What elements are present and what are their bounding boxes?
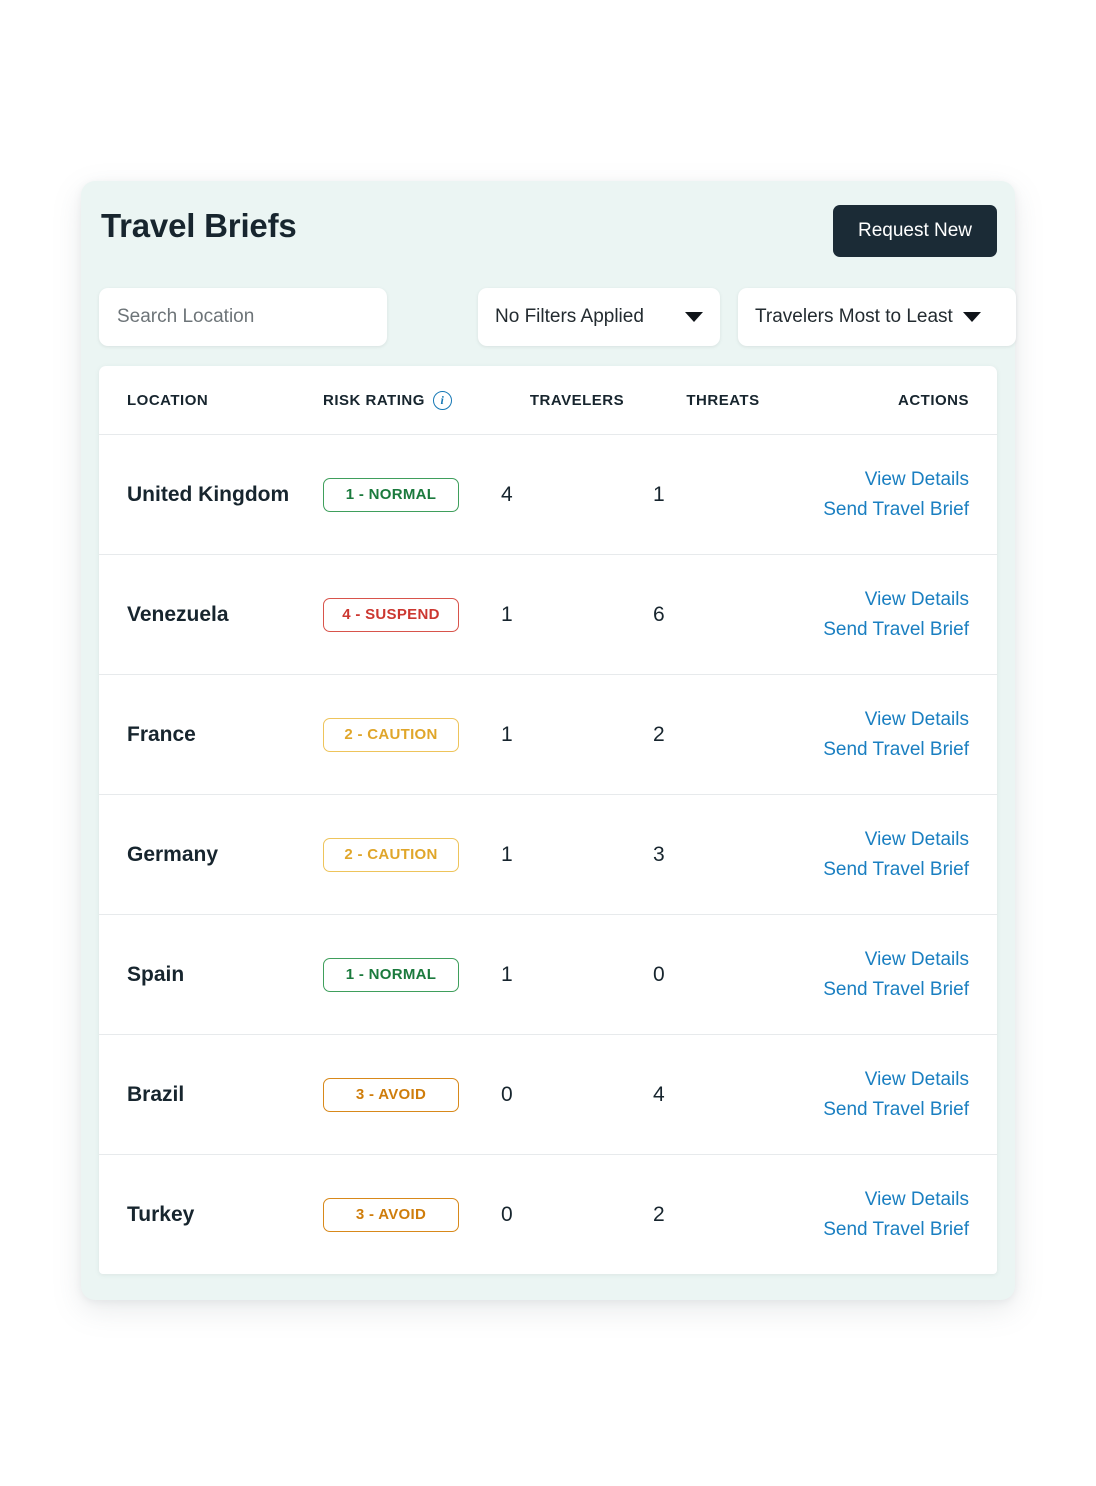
- cell-travelers: 1: [501, 962, 513, 986]
- cell-location: Spain: [127, 962, 185, 986]
- filter-select[interactable]: No Filters Applied: [478, 288, 720, 346]
- risk-badge: 4 - SUSPEND: [323, 597, 459, 632]
- travel-briefs-table: LOCATION RISK RATING i TRAVELERS THREATS…: [99, 366, 997, 1274]
- cell-travelers: 1: [501, 722, 513, 746]
- sort-select-label: Travelers Most to Least: [755, 306, 953, 327]
- cell-travelers: 0: [501, 1202, 513, 1226]
- travel-briefs-card: Travel Briefs Request New No Filters App…: [81, 181, 1016, 1300]
- controls-bar: No Filters Applied Travelers Most to Lea…: [99, 288, 1016, 346]
- risk-badge: 2 - CAUTION: [323, 837, 459, 872]
- info-icon[interactable]: i: [432, 390, 452, 410]
- table-row: Germany 2 - CAUTION 1 3 View Details Send Tra…: [99, 795, 997, 915]
- column-header-location: LOCATION: [127, 391, 209, 409]
- cell-threats: 6: [653, 602, 665, 626]
- view-details-link[interactable]: View Details: [865, 829, 969, 851]
- cell-risk-rating: 1 - NORMAL: [323, 957, 501, 992]
- view-details-link[interactable]: View Details: [865, 1069, 969, 1091]
- page-root: Travel Briefs Request New No Filters App…: [0, 0, 1096, 1486]
- cell-threats: 1: [653, 482, 665, 506]
- page-title: Travel Briefs: [101, 207, 297, 244]
- search-input[interactable]: [99, 288, 387, 346]
- cell-actions: View Details Send Travel Brief: [793, 949, 997, 1001]
- column-header-travelers: TRAVELERS: [529, 391, 625, 409]
- cell-threats: 2: [653, 1202, 665, 1226]
- send-travel-brief-link[interactable]: Send Travel Brief: [823, 619, 969, 641]
- chevron-down-icon: [685, 312, 703, 322]
- send-travel-brief-link[interactable]: Send Travel Brief: [823, 1099, 969, 1121]
- send-travel-brief-link[interactable]: Send Travel Brief: [823, 739, 969, 761]
- send-travel-brief-link[interactable]: Send Travel Brief: [823, 859, 969, 881]
- risk-badge: 3 - AVOID: [323, 1077, 459, 1112]
- cell-travelers: 0: [501, 1082, 513, 1106]
- cell-threats: 0: [653, 962, 665, 986]
- send-travel-brief-link[interactable]: Send Travel Brief: [823, 1219, 969, 1241]
- chevron-down-icon: [962, 312, 981, 322]
- cell-travelers: 1: [501, 842, 513, 866]
- table-row: United Kingdom 1 - NORMAL 4 1 View Details Se…: [99, 435, 997, 555]
- table-body: United Kingdom 1 - NORMAL 4 1 View Details Se…: [99, 435, 997, 1274]
- cell-risk-rating: 1 - NORMAL: [323, 477, 501, 512]
- cell-threats: 3: [653, 842, 665, 866]
- cell-threats: 2: [653, 722, 665, 746]
- cell-location: Venezuela: [127, 602, 229, 626]
- cell-risk-rating: 3 - AVOID: [323, 1077, 501, 1112]
- cell-location: United Kingdom: [127, 482, 290, 506]
- cell-actions: View Details Send Travel Brief: [793, 709, 997, 761]
- view-details-link[interactable]: View Details: [865, 469, 969, 491]
- cell-risk-rating: 4 - SUSPEND: [323, 597, 501, 632]
- sort-select[interactable]: Travelers Most to Least: [738, 288, 1016, 346]
- cell-actions: View Details Send Travel Brief: [793, 1069, 997, 1121]
- table-row: Venezuela 4 - SUSPEND 1 6 View Details Send T…: [99, 555, 997, 675]
- table-row: France 2 - CAUTION 1 2 View Details Send Trav…: [99, 675, 997, 795]
- cell-location: France: [127, 722, 196, 746]
- cell-risk-rating: 2 - CAUTION: [323, 717, 501, 752]
- column-header-risk-rating: RISK RATING i: [323, 390, 501, 410]
- risk-badge: 1 - NORMAL: [323, 957, 459, 992]
- cell-location: Brazil: [127, 1082, 185, 1106]
- cell-actions: View Details Send Travel Brief: [793, 829, 997, 881]
- view-details-link[interactable]: View Details: [865, 1189, 969, 1211]
- view-details-link[interactable]: View Details: [865, 709, 969, 731]
- column-header-risk-rating-label: RISK RATING: [323, 391, 425, 409]
- cell-risk-rating: 3 - AVOID: [323, 1197, 501, 1232]
- table-row: Turkey 3 - AVOID 0 2 View Details Send Travel…: [99, 1155, 997, 1274]
- risk-badge: 2 - CAUTION: [323, 717, 459, 752]
- table-header-row: LOCATION RISK RATING i TRAVELERS THREATS…: [99, 366, 997, 435]
- column-header-threats: THREATS: [686, 391, 760, 409]
- cell-actions: View Details Send Travel Brief: [793, 589, 997, 641]
- column-header-actions: ACTIONS: [898, 391, 969, 409]
- cell-travelers: 1: [501, 602, 513, 626]
- cell-actions: View Details Send Travel Brief: [793, 469, 997, 521]
- risk-badge: 3 - AVOID: [323, 1197, 459, 1232]
- send-travel-brief-link[interactable]: Send Travel Brief: [823, 499, 969, 521]
- cell-actions: View Details Send Travel Brief: [793, 1189, 997, 1241]
- table-row: Spain 1 - NORMAL 1 0 View Details Send Travel…: [99, 915, 997, 1035]
- cell-location: Turkey: [127, 1202, 195, 1226]
- card-header: Travel Briefs Request New: [81, 181, 1015, 281]
- risk-badge: 1 - NORMAL: [323, 477, 459, 512]
- cell-threats: 4: [653, 1082, 665, 1106]
- view-details-link[interactable]: View Details: [865, 949, 969, 971]
- request-new-button[interactable]: Request New: [833, 205, 997, 257]
- send-travel-brief-link[interactable]: Send Travel Brief: [823, 979, 969, 1001]
- filter-select-label: No Filters Applied: [495, 306, 644, 327]
- cell-risk-rating: 2 - CAUTION: [323, 837, 501, 872]
- cell-travelers: 4: [501, 482, 513, 506]
- table-row: Brazil 3 - AVOID 0 4 View Details Send Travel…: [99, 1035, 997, 1155]
- cell-location: Germany: [127, 842, 219, 866]
- view-details-link[interactable]: View Details: [865, 589, 969, 611]
